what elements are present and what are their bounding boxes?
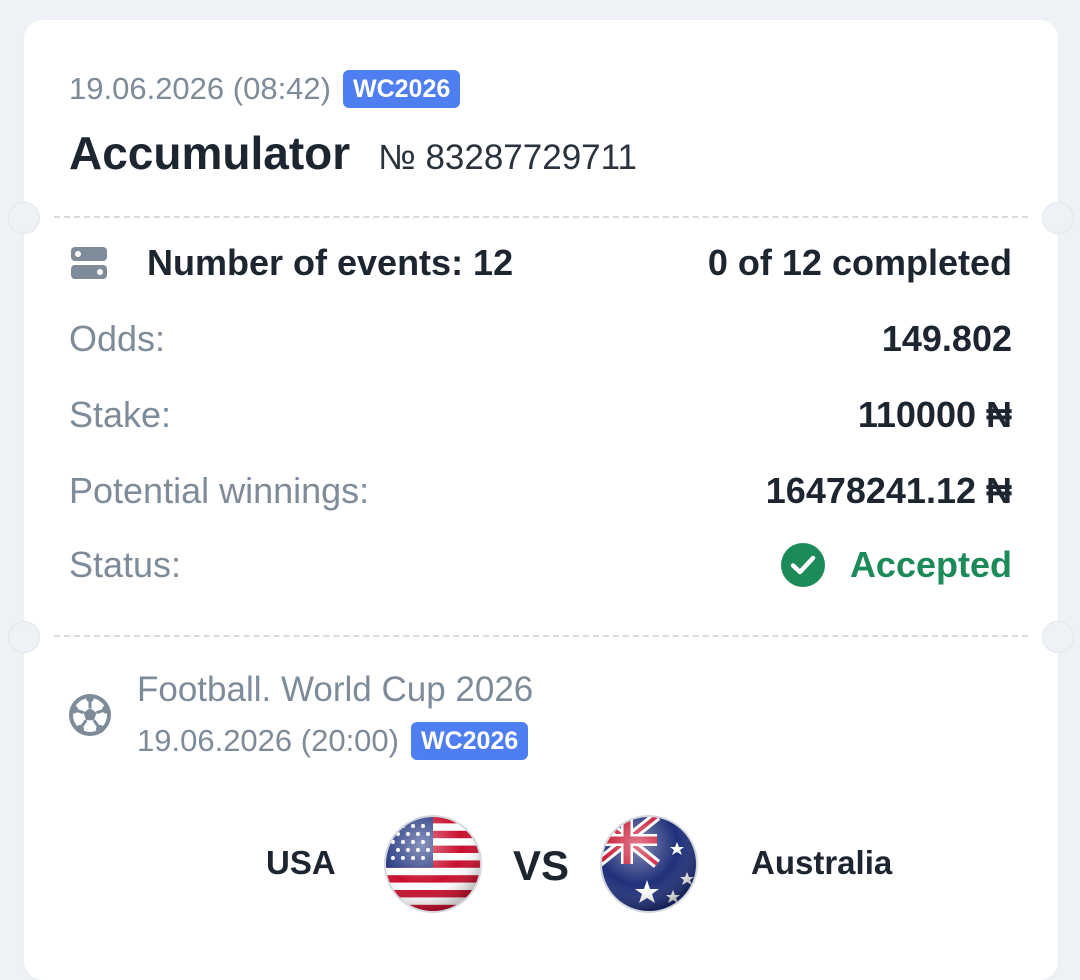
status-label: Status:	[69, 544, 182, 585]
stake-row: Stake: 110000 ₦	[69, 394, 1012, 436]
versus-label: VS	[513, 842, 570, 889]
bet-type-title: Accumulator	[69, 127, 351, 179]
football-icon	[69, 694, 111, 736]
odds-row: Odds: 149.802	[69, 318, 1012, 360]
events-count-label: Number of events: 12	[147, 242, 514, 283]
events-count-row[interactable]: Number of events: 12 0 of 12 completed	[69, 242, 1012, 284]
bet-header: 19.06.2026 (08:42) WC2026 Accumulator № …	[69, 70, 637, 180]
match-row[interactable]: USA VS Australia	[24, 812, 1058, 922]
dashed-divider-bottom	[54, 635, 1028, 637]
event-date-row: 19.06.2026 (20:00) WC2026	[137, 722, 533, 760]
stake-label: Stake:	[69, 394, 172, 435]
bet-title-row: Accumulator № 83287729711	[69, 126, 637, 180]
odds-value: 149.802	[881, 318, 1012, 359]
bet-date-row: 19.06.2026 (08:42) WC2026	[69, 70, 637, 108]
ticket-notch-left-top	[8, 202, 40, 234]
tournament-badge: WC2026	[343, 70, 461, 108]
events-completed-value: 0 of 12 completed	[707, 242, 1012, 283]
event-date: 19.06.2026 (20:00)	[137, 723, 399, 758]
dashed-divider-top	[54, 216, 1028, 218]
event-texts: Football. World Cup 2026 19.06.2026 (20:…	[137, 670, 533, 760]
bet-card: 19.06.2026 (08:42) WC2026 Accumulator № …	[8, 20, 1074, 980]
events-list-icon	[71, 247, 107, 279]
home-team-name: USA	[266, 844, 336, 881]
status-row: Status: Accepted	[69, 542, 1012, 588]
status-value-wrap: Accepted	[780, 542, 1012, 588]
events-count-left: Number of events: 12	[69, 242, 513, 284]
status-value: Accepted	[849, 544, 1012, 585]
event-header[interactable]: Football. World Cup 2026 19.06.2026 (20:…	[69, 670, 533, 760]
australia-flag-icon	[600, 815, 698, 913]
away-team-name: Australia	[751, 844, 893, 881]
check-circle-icon	[780, 543, 825, 587]
bet-number: № 83287729711	[378, 138, 637, 177]
ticket-notch-right-bottom	[1042, 621, 1074, 653]
ticket-notch-right-top	[1042, 202, 1074, 234]
bet-date: 19.06.2026 (08:42)	[69, 71, 331, 106]
potential-winnings-row: Potential winnings: 16478241.12 ₦	[69, 470, 1012, 512]
ticket-notch-left-bottom	[8, 621, 40, 653]
stake-value: 110000 ₦	[857, 394, 1012, 435]
event-league: Football. World Cup 2026	[137, 670, 534, 709]
potential-winnings-value: 16478241.12 ₦	[765, 470, 1012, 511]
event-tournament-badge: WC2026	[411, 722, 529, 760]
usa-flag-icon	[384, 815, 482, 913]
potential-winnings-label: Potential winnings:	[69, 470, 370, 511]
odds-label: Odds:	[69, 318, 166, 359]
